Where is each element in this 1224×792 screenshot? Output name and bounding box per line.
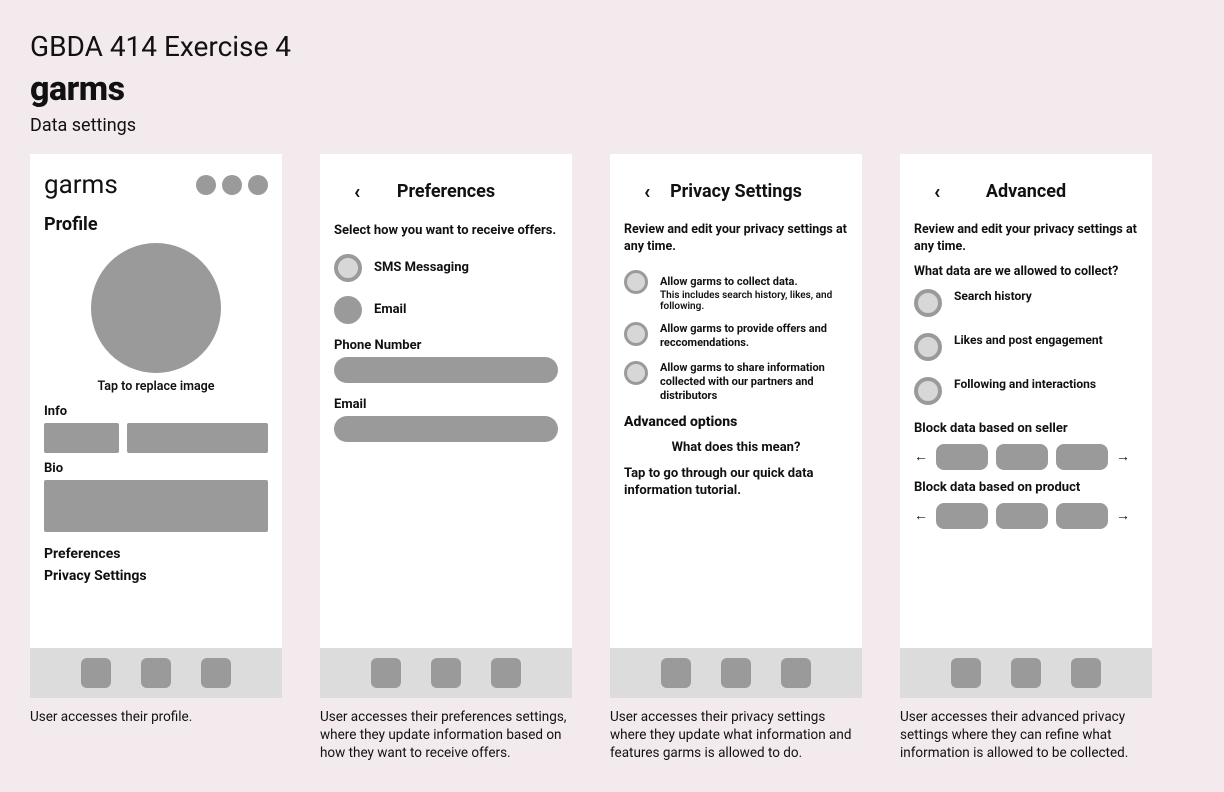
menu-dot-icon xyxy=(196,175,216,195)
product-chip[interactable] xyxy=(996,503,1048,529)
preferences-link[interactable]: Preferences xyxy=(44,546,268,562)
block-seller-heading: Block data based on seller xyxy=(914,421,1138,436)
menu-dot-icon xyxy=(222,175,242,195)
tab-item[interactable] xyxy=(951,658,981,688)
search-history-radio[interactable] xyxy=(914,289,942,317)
page-title: garms xyxy=(30,69,1194,109)
seller-chip[interactable] xyxy=(1056,444,1108,470)
avatar[interactable] xyxy=(91,243,221,373)
email-label-title: Email xyxy=(334,397,558,412)
advanced-title: Advanced xyxy=(986,181,1066,202)
offers-label: Allow garms to provide offers and reccom… xyxy=(660,322,848,351)
avatar-caption[interactable]: Tap to replace image xyxy=(97,379,214,394)
tab-item[interactable] xyxy=(661,658,691,688)
chevron-left-icon[interactable]: ← xyxy=(914,448,928,465)
likes-label: Likes and post engagement xyxy=(954,333,1103,347)
privacy-help: Review and edit your privacy settings at… xyxy=(624,222,848,256)
collect-data-radio[interactable] xyxy=(624,270,648,294)
app-brand: garms xyxy=(44,170,118,200)
profile-caption: User accesses their profile. xyxy=(30,708,282,726)
product-chip[interactable] xyxy=(936,503,988,529)
following-radio[interactable] xyxy=(914,377,942,405)
menu-dots[interactable] xyxy=(196,175,268,195)
tutorial-text[interactable]: Tap to go through our quick data informa… xyxy=(624,465,848,500)
tab-bar xyxy=(610,648,862,698)
offers-radio[interactable] xyxy=(624,322,648,346)
tab-bar xyxy=(320,648,572,698)
tab-item[interactable] xyxy=(371,658,401,688)
collect-data-label: Allow garms to collect data. xyxy=(660,275,798,288)
bio-field[interactable] xyxy=(44,480,268,532)
profile-screen: garms Profile Tap to replace image Info xyxy=(30,154,282,698)
advanced-help: Review and edit your privacy settings at… xyxy=(914,222,1138,256)
seller-chip[interactable] xyxy=(996,444,1048,470)
phone-number-label: Phone Number xyxy=(334,338,558,353)
search-history-label: Search history xyxy=(954,289,1032,303)
preferences-screen: ‹ Preferences Select how you want to rec… xyxy=(320,154,572,698)
tab-item[interactable] xyxy=(491,658,521,688)
product-chip[interactable] xyxy=(1056,503,1108,529)
preferences-caption: User accesses their preferences settings… xyxy=(320,708,572,763)
info-field-1[interactable] xyxy=(44,423,119,453)
advanced-caption: User accesses their advanced privacy set… xyxy=(900,708,1152,763)
tab-bar xyxy=(900,648,1152,698)
advanced-options-link[interactable]: Advanced options xyxy=(624,414,848,430)
tab-item[interactable] xyxy=(141,658,171,688)
tab-item[interactable] xyxy=(1011,658,1041,688)
phone-number-input[interactable] xyxy=(334,357,558,383)
chevron-left-icon[interactable]: ← xyxy=(914,507,928,524)
tab-bar xyxy=(30,648,282,698)
preferences-title: Preferences xyxy=(397,181,495,202)
profile-heading: Profile xyxy=(44,214,268,235)
sms-radio[interactable] xyxy=(334,254,362,282)
privacy-screen: ‹ Privacy Settings Review and edit your … xyxy=(610,154,862,698)
collect-data-sub: This includes search history, likes, and… xyxy=(660,290,848,312)
share-radio[interactable] xyxy=(624,361,648,385)
what-does-this-mean-link[interactable]: What does this mean? xyxy=(624,440,848,455)
share-label: Allow garms to share information collect… xyxy=(660,361,848,404)
privacy-caption: User accesses their privacy settings whe… xyxy=(610,708,862,763)
info-label: Info xyxy=(44,404,268,419)
advanced-subquestion: What data are we allowed to collect? xyxy=(914,264,1138,279)
email-radio[interactable] xyxy=(334,296,362,324)
chevron-right-icon[interactable]: → xyxy=(1116,507,1130,524)
page-subtitle: Data settings xyxy=(30,115,1194,136)
email-input[interactable] xyxy=(334,416,558,442)
block-product-heading: Block data based on product xyxy=(914,480,1138,495)
preferences-help: Select how you want to receive offers. xyxy=(334,222,558,240)
tab-item[interactable] xyxy=(781,658,811,688)
privacy-settings-link[interactable]: Privacy Settings xyxy=(44,568,268,584)
info-field-2[interactable] xyxy=(127,423,268,453)
tab-item[interactable] xyxy=(721,658,751,688)
sms-label: SMS Messaging xyxy=(374,260,469,275)
tab-item[interactable] xyxy=(431,658,461,688)
likes-radio[interactable] xyxy=(914,333,942,361)
privacy-title: Privacy Settings xyxy=(670,181,802,202)
following-label: Following and interactions xyxy=(954,377,1096,391)
back-icon[interactable]: ‹ xyxy=(354,179,360,203)
tab-item[interactable] xyxy=(1071,658,1101,688)
back-icon[interactable]: ‹ xyxy=(644,179,650,203)
tab-item[interactable] xyxy=(201,658,231,688)
menu-dot-icon xyxy=(248,175,268,195)
email-label: Email xyxy=(374,302,406,317)
page-supertitle: GBDA 414 Exercise 4 xyxy=(30,30,1194,63)
bio-label: Bio xyxy=(44,461,268,476)
chevron-right-icon[interactable]: → xyxy=(1116,448,1130,465)
seller-chip[interactable] xyxy=(936,444,988,470)
advanced-screen: ‹ Advanced Review and edit your privacy … xyxy=(900,154,1152,698)
tab-item[interactable] xyxy=(81,658,111,688)
back-icon[interactable]: ‹ xyxy=(934,179,940,203)
